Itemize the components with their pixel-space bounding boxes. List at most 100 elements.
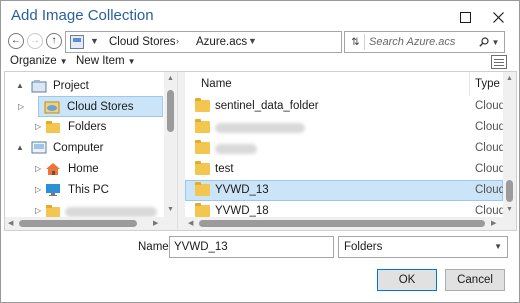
column-divider[interactable] [469,72,470,96]
tree-item-this-pc[interactable]: ▷ This PC [5,180,163,201]
forward-arrow-icon: → [30,35,40,46]
breadcrumb-azure-acs[interactable]: Azure.acs [196,36,247,48]
title-bar: Add Image Collection [1,1,519,33]
expand-arrow-icon[interactable]: ▷ [35,206,41,215]
folder-icon [195,182,210,196]
folder-icon [46,121,60,133]
scroll-right-icon[interactable]: ▶ [153,219,158,227]
item-name: YVWD_13 [215,184,269,196]
back-button[interactable]: ← [8,33,24,49]
chevron-down-icon[interactable]: ▼ [90,36,99,46]
address-bar[interactable]: ▼ Cloud Stores › Azure.acs ▼ ▼ ↻ [65,31,401,53]
add-image-collection-dialog: Add Image Collection ← → ↑ ▼ Cloud Store… [0,0,520,303]
dialog-title: Add Image Collection [11,7,154,24]
scroll-left-icon[interactable]: ◀ [8,219,13,227]
scrollbar-thumb[interactable] [167,90,174,132]
item-type: Cloud S [475,184,503,196]
project-icon [31,80,47,93]
search-box[interactable]: ⇅ ▼ [344,31,505,53]
column-header: Name Type [185,72,516,96]
redacted-name [215,144,257,154]
folder-icon [46,205,60,217]
organize-menu[interactable]: Organize ▼ [10,55,68,67]
file-list-vertical-scrollbar[interactable]: ▲ ▼ [503,72,516,217]
tree-item-label: Home [68,163,99,175]
close-icon [492,11,504,23]
file-list-horizontal-scrollbar[interactable]: ◀ ▶ [185,217,516,230]
expand-arrow-icon[interactable]: ▷ [18,102,24,111]
chevron-down-icon[interactable]: ▼ [248,36,257,46]
folder-icon [195,203,210,217]
item-type: Cloud S [475,205,503,217]
chevron-down-icon: ▼ [491,37,500,47]
expand-arrow-icon[interactable]: ▷ [35,122,41,131]
scrollbar-thumb[interactable] [199,220,485,227]
folder-icon [195,161,210,175]
column-name[interactable]: Name [201,78,232,90]
item-type: Cloud S [475,121,503,133]
breadcrumb-separator-icon[interactable]: › [176,36,179,46]
cancel-button[interactable]: Cancel [445,269,505,291]
tree-item-label: Folders [68,121,107,133]
tree-item-computer[interactable]: ▲ Computer [5,138,163,159]
expand-arrow-icon[interactable]: ▲ [16,143,24,152]
view-options-icon[interactable] [491,55,507,69]
tree-item-home[interactable]: ▷ Home [5,159,163,180]
list-item-selected[interactable]: YVWD_13 Cloud S [185,180,503,201]
item-name: YVWD_18 [215,205,269,217]
item-type: Cloud S [475,142,503,154]
scroll-left-icon[interactable]: ◀ [188,219,193,227]
up-button[interactable]: ↑ [46,33,62,49]
back-arrow-icon: ← [11,35,21,46]
close-button[interactable] [489,8,507,26]
organize-label: Organize [10,55,57,67]
scroll-up-icon[interactable]: ▲ [167,75,174,82]
expand-arrow-icon[interactable]: ▷ [35,164,41,173]
tree-item-label: Cloud Stores [67,101,134,113]
forward-button[interactable]: → [27,33,43,49]
navigation-tree: ▲ Project ▷ Cloud Stores ▷ Folders ▲ Com… [5,72,177,230]
monitor-icon [46,184,60,196]
type-filter-value: Folders [344,241,383,253]
tree-item-project[interactable]: ▲ Project [5,76,163,97]
maximize-button[interactable] [456,8,474,26]
ok-button[interactable]: OK [377,269,437,291]
list-item[interactable]: sentinel_data_folder Cloud S [185,96,503,117]
new-item-label: New Item [76,55,125,67]
expand-arrow-icon[interactable]: ▲ [16,81,24,90]
expand-arrow-icon[interactable]: ▷ [35,185,41,194]
type-filter-select[interactable]: Folders ▼ [338,236,508,258]
folder-icon [195,140,210,154]
name-field[interactable] [169,236,334,258]
new-item-menu[interactable]: New Item ▼ [76,55,136,67]
redacted-label [65,207,157,217]
scroll-down-icon[interactable]: ▼ [506,206,513,213]
item-name: sentinel_data_folder [215,100,319,112]
breadcrumb-cloud-stores[interactable]: Cloud Stores [109,36,175,48]
search-icon [478,37,489,47]
column-type[interactable]: Type [475,78,500,90]
tree-item-label: This PC [68,184,109,196]
browser-panes: ▲ Project ▷ Cloud Stores ▷ Folders ▲ Com… [4,71,517,231]
tree-vertical-scrollbar[interactable]: ▲ ▼ [164,72,177,230]
maximize-icon [459,11,471,23]
tree-horizontal-scrollbar[interactable]: ◀ ▶ [5,217,164,230]
pane-splitter[interactable] [177,72,185,230]
scroll-down-icon[interactable]: ▼ [167,206,174,213]
tree-item-cloud-stores[interactable]: ▷ Cloud Stores [18,96,163,117]
search-dropdown-button[interactable]: ▼ [478,34,500,50]
scroll-up-icon[interactable]: ▲ [506,75,513,82]
tree-item-folders[interactable]: ▷ Folders [5,117,163,138]
list-item[interactable]: Cloud S [185,138,503,159]
scroll-right-icon[interactable]: ▶ [491,219,496,227]
list-item[interactable]: test Cloud S [185,159,503,180]
search-input[interactable] [369,34,479,50]
folder-icon [195,119,210,133]
scrollbar-thumb[interactable] [19,220,137,227]
toolbar: Organize ▼ New Item ▼ [1,55,519,71]
scrollbar-thumb[interactable] [506,180,513,202]
tree-item-label: Computer [53,142,104,154]
list-item[interactable]: Cloud S [185,117,503,138]
redacted-name [215,123,305,133]
sort-options-icon[interactable]: ⇅ [347,34,365,50]
